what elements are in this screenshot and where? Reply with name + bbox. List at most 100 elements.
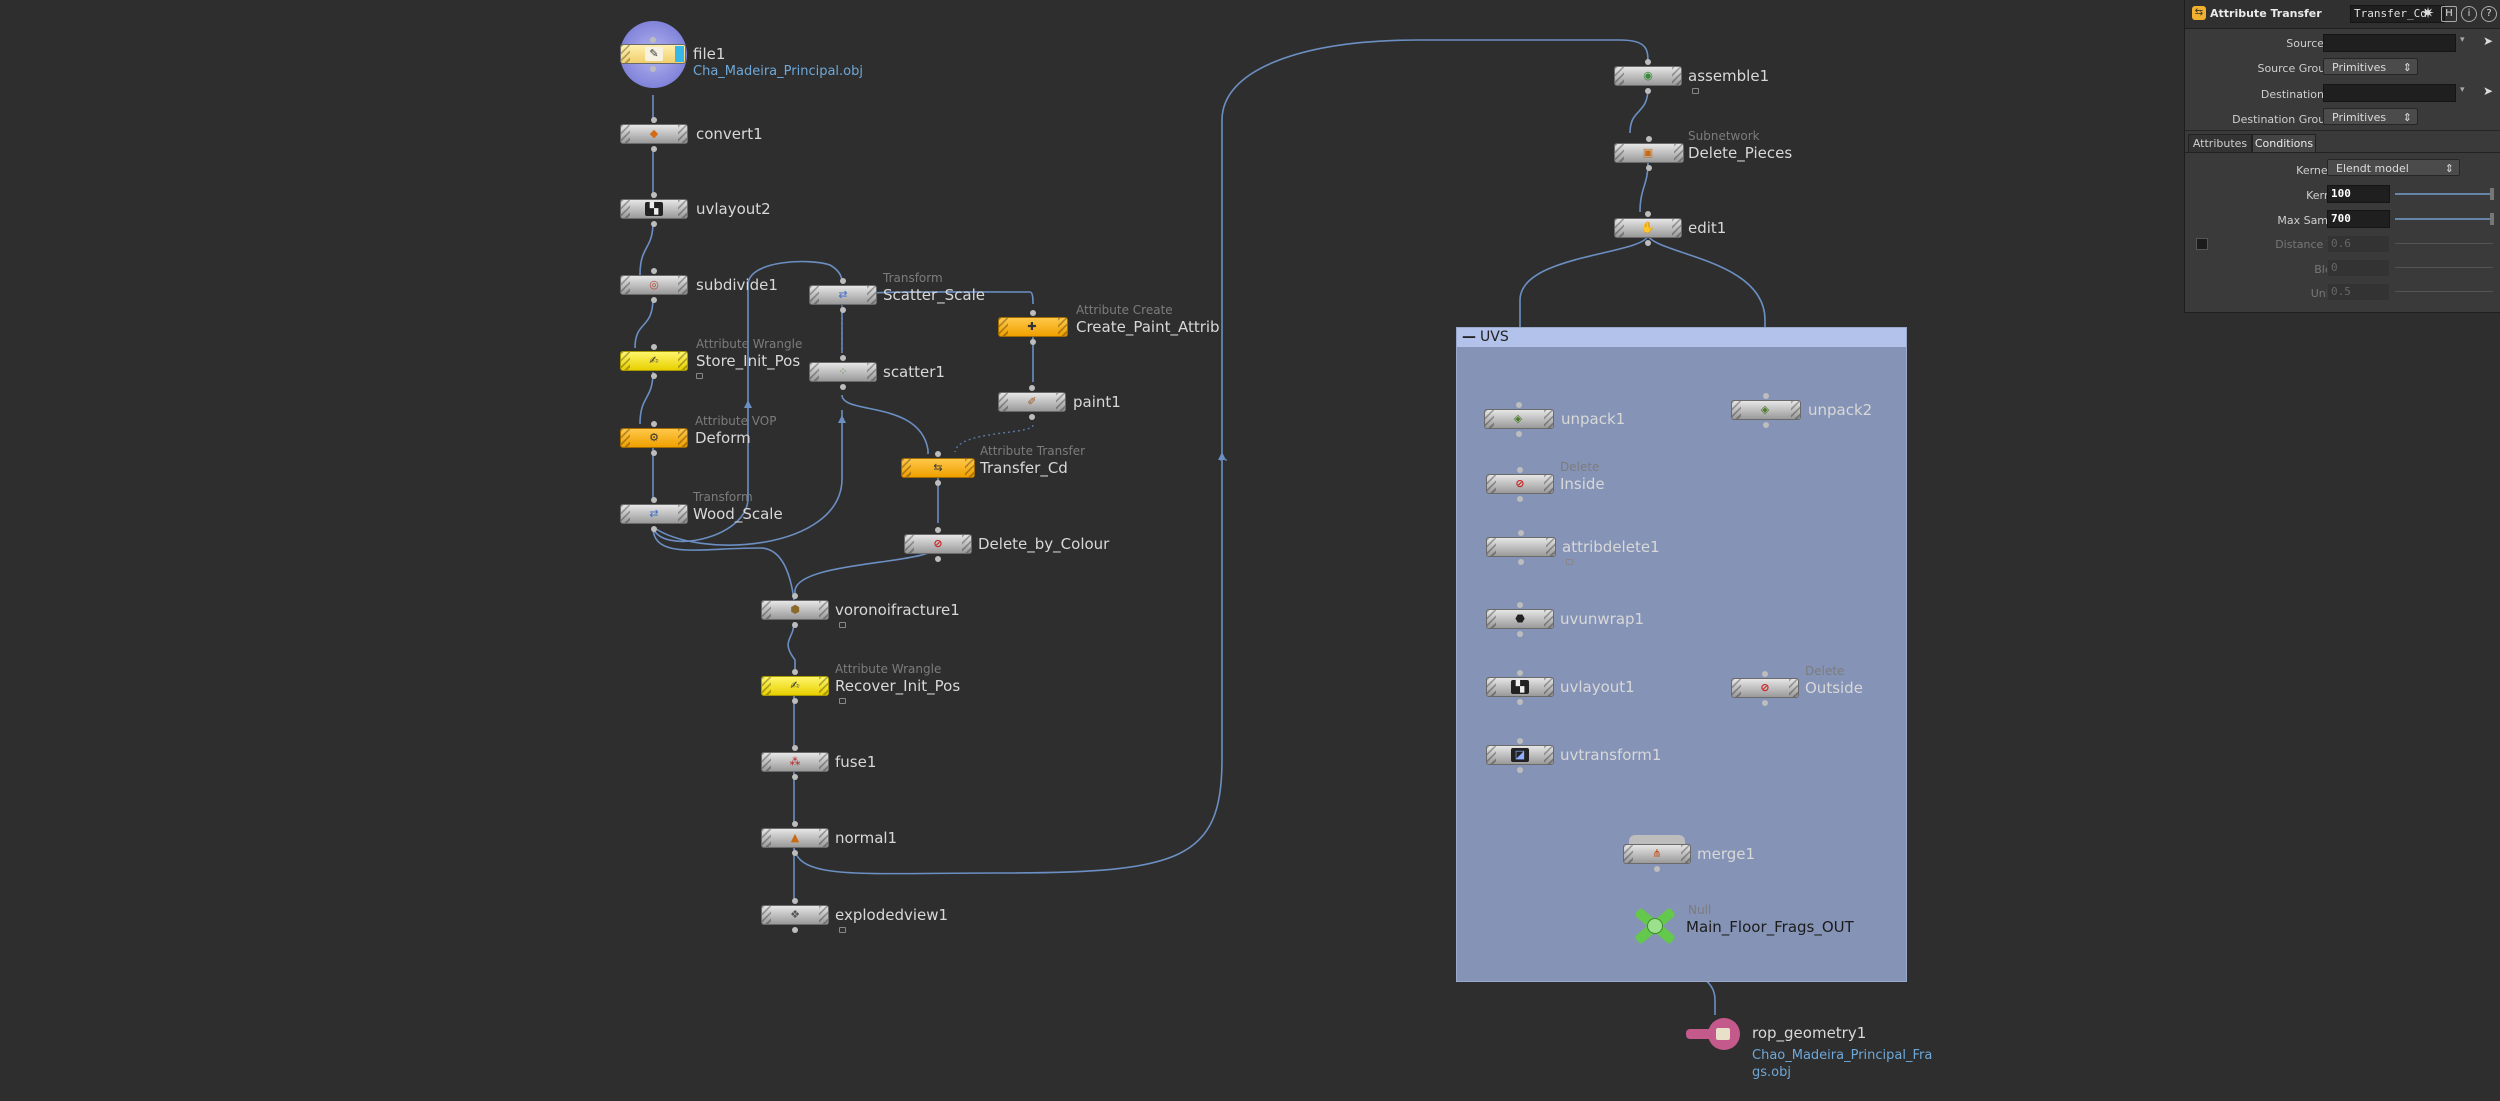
- input-connector[interactable]: [792, 898, 798, 904]
- max-sample-count-field[interactable]: 700: [2327, 210, 2390, 228]
- null-node-icon: [1630, 907, 1680, 945]
- output-connector[interactable]: [1645, 88, 1651, 94]
- output-connector[interactable]: [1029, 414, 1035, 420]
- input-connector[interactable]: [651, 497, 657, 503]
- input-connector[interactable]: [651, 421, 657, 427]
- wire-arrow: [838, 415, 846, 423]
- output-connector[interactable]: [651, 373, 657, 379]
- output-connector[interactable]: [651, 146, 657, 152]
- select-arrow-icon[interactable]: ➤: [2483, 84, 2493, 98]
- input-connector[interactable]: [1762, 671, 1768, 677]
- assemble-icon: ◉: [1643, 69, 1653, 82]
- tab-conditions[interactable]: Conditions: [2252, 134, 2316, 152]
- info-icon[interactable]: i: [2461, 6, 2477, 22]
- input-connector[interactable]: [840, 278, 846, 284]
- input-connector[interactable]: [1763, 393, 1769, 399]
- input-connector[interactable]: [1029, 385, 1035, 391]
- node-file-path[interactable]: Cha_Madeira_Principal.obj: [693, 64, 863, 79]
- kernel-radius-field[interactable]: 100: [2327, 185, 2390, 203]
- output-connector[interactable]: [1654, 866, 1660, 872]
- gear-icon[interactable]: ✷: [2420, 6, 2436, 22]
- output-connector[interactable]: [651, 297, 657, 303]
- input-connector[interactable]: [1518, 530, 1524, 536]
- input-connector[interactable]: [792, 821, 798, 827]
- input-connector[interactable]: [1654, 837, 1660, 843]
- slider-handle[interactable]: [2490, 213, 2494, 225]
- output-connector[interactable]: [792, 622, 798, 628]
- input-connector[interactable]: [651, 117, 657, 123]
- node-name: attribdelete1: [1562, 538, 1660, 556]
- input-connector[interactable]: [1645, 211, 1651, 217]
- dropdown-arrow-icon[interactable]: ▾: [2460, 35, 2465, 45]
- output-connector[interactable]: [840, 384, 846, 390]
- subdivide-icon: ◎: [649, 278, 659, 291]
- input-connector[interactable]: [792, 669, 798, 675]
- source-group-type-menu[interactable]: Primitives ⇕: [2323, 58, 2418, 75]
- output-connector[interactable]: [792, 774, 798, 780]
- node-name: edit1: [1688, 219, 1727, 237]
- network-box-header[interactable]: — UVS: [1457, 328, 1906, 347]
- output-connector[interactable]: [1763, 422, 1769, 428]
- output-connector[interactable]: [1645, 240, 1651, 246]
- input-connector[interactable]: [840, 355, 846, 361]
- input-connector[interactable]: [1516, 402, 1522, 408]
- output-connector[interactable]: [1517, 496, 1523, 502]
- input-connector[interactable]: [935, 527, 941, 533]
- output-connector[interactable]: [792, 927, 798, 933]
- output-connector[interactable]: [651, 526, 657, 532]
- input-connector[interactable]: [1517, 670, 1523, 676]
- input-connector[interactable]: [651, 192, 657, 198]
- h-icon[interactable]: H: [2441, 6, 2457, 22]
- output-connector[interactable]: [651, 221, 657, 227]
- kernel-function-menu[interactable]: Elendt model ⇕: [2327, 159, 2460, 176]
- help-icon[interactable]: ?: [2481, 6, 2497, 22]
- output-connector[interactable]: [1516, 431, 1522, 437]
- normal-icon: ▲: [790, 831, 800, 844]
- node-output-path-cont[interactable]: gs.obj: [1752, 1065, 1791, 1080]
- select-arrow-icon[interactable]: ➤: [2483, 34, 2493, 48]
- input-connector[interactable]: [651, 268, 657, 274]
- node-name: Deform: [695, 429, 751, 447]
- input-connector[interactable]: [792, 593, 798, 599]
- input-connector[interactable]: [650, 37, 656, 43]
- input-connector[interactable]: [935, 451, 941, 457]
- output-connector[interactable]: [651, 450, 657, 456]
- display-flag[interactable]: [675, 46, 684, 62]
- input-connector[interactable]: [651, 344, 657, 350]
- output-connector[interactable]: [1517, 767, 1523, 773]
- collapse-icon[interactable]: —: [1462, 329, 1476, 345]
- output-connector[interactable]: [935, 556, 941, 562]
- input-connector[interactable]: [1517, 467, 1523, 473]
- slider-handle[interactable]: [2490, 188, 2494, 200]
- output-connector[interactable]: [1518, 559, 1524, 565]
- input-connector[interactable]: [1517, 602, 1523, 608]
- input-connector[interactable]: [1517, 738, 1523, 744]
- network-wires: [634, 39, 1766, 1015]
- output-connector[interactable]: [840, 307, 846, 313]
- output-connector[interactable]: [792, 850, 798, 856]
- output-connector[interactable]: [792, 698, 798, 704]
- destination-group-field[interactable]: [2323, 84, 2456, 102]
- max-sample-count-slider[interactable]: [2395, 218, 2493, 220]
- input-connector[interactable]: [1030, 310, 1036, 316]
- output-connector[interactable]: [1646, 165, 1652, 171]
- output-connector[interactable]: [650, 66, 656, 72]
- output-connector[interactable]: [935, 480, 941, 486]
- output-connector[interactable]: [1517, 631, 1523, 637]
- input-connector[interactable]: [1645, 59, 1651, 65]
- kernel-radius-slider[interactable]: [2395, 193, 2493, 195]
- tab-attributes[interactable]: Attributes: [2188, 134, 2252, 152]
- output-connector[interactable]: [1762, 700, 1768, 706]
- lock-icon: [1566, 559, 1573, 565]
- node-name: unpack1: [1561, 410, 1626, 428]
- source-group-field[interactable]: [2323, 34, 2456, 52]
- destination-group-type-menu[interactable]: Primitives ⇕: [2323, 108, 2418, 125]
- edit-icon: ✋: [1641, 221, 1655, 234]
- distance-threshold-checkbox[interactable]: [2196, 238, 2208, 250]
- dropdown-arrow-icon[interactable]: ▾: [2460, 85, 2465, 95]
- output-connector[interactable]: [1030, 339, 1036, 345]
- node-output-path[interactable]: Chao_Madeira_Principal_Fra: [1752, 1048, 1932, 1063]
- output-connector[interactable]: [1517, 699, 1523, 705]
- input-connector[interactable]: [1646, 136, 1652, 142]
- input-connector[interactable]: [792, 745, 798, 751]
